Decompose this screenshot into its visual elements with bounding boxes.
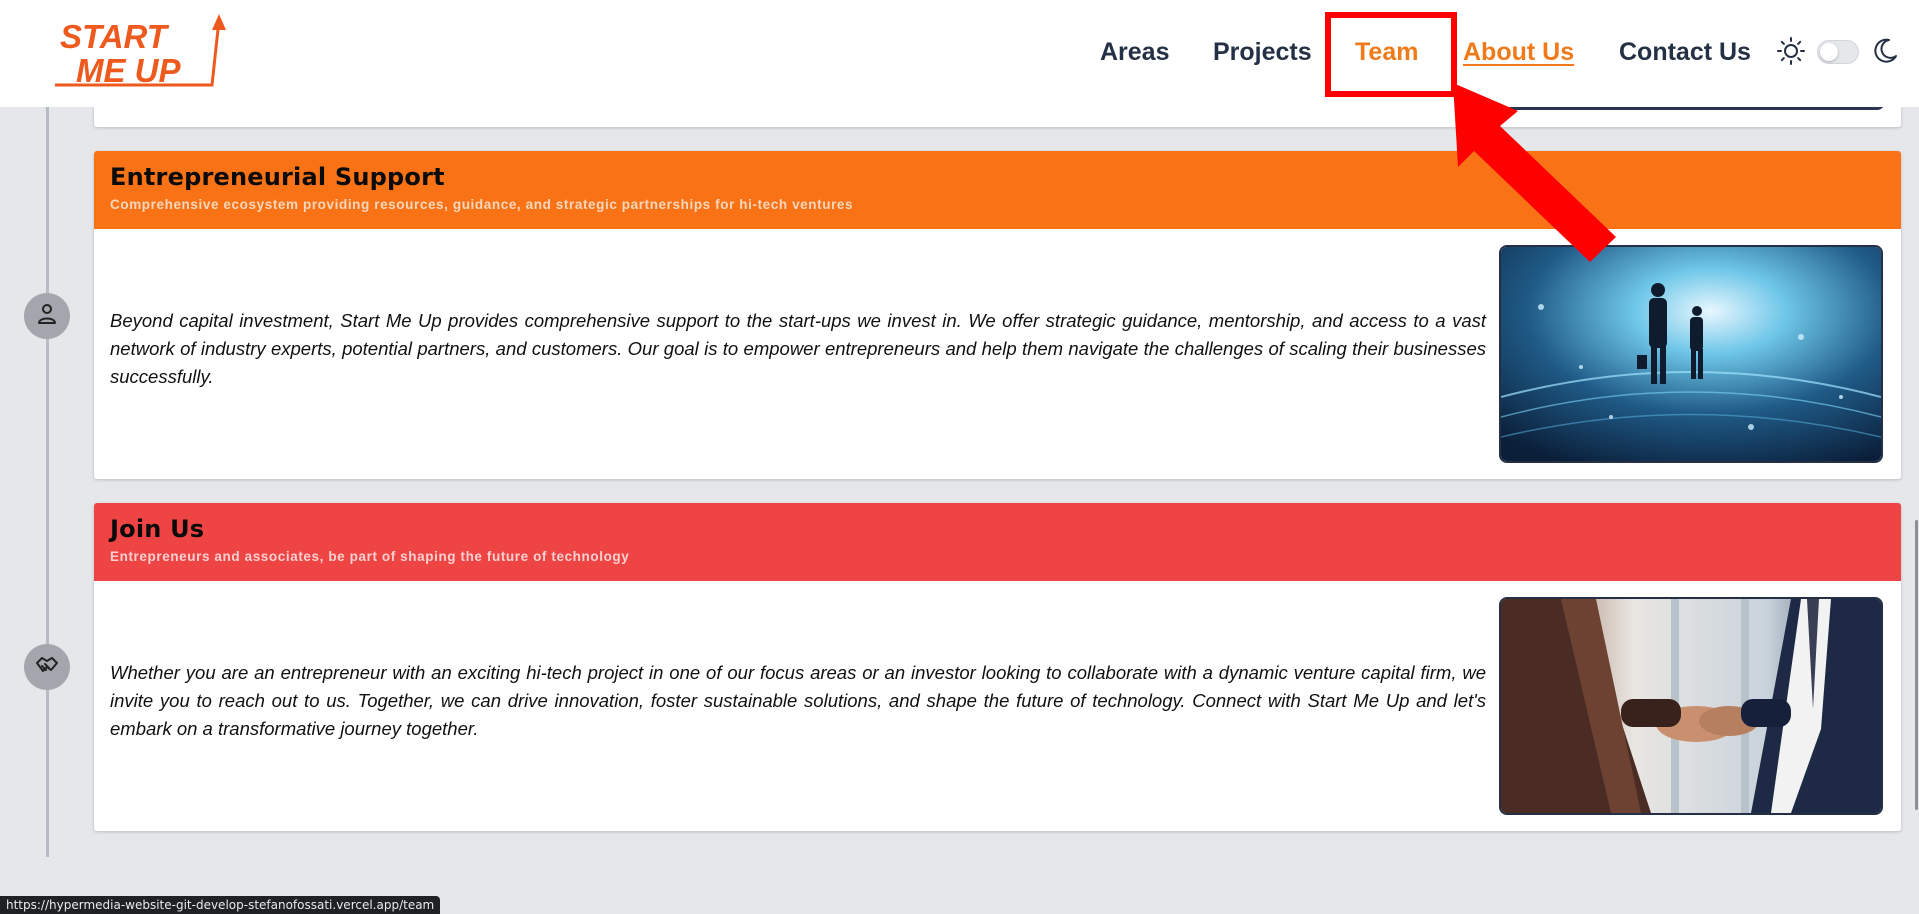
section-body: Whether you are an entrepreneur with an … (94, 581, 1901, 831)
nav-link-projects[interactable]: Projects (1213, 38, 1312, 67)
logo-line-2: ME UP (76, 52, 182, 89)
theme-toggle-knob (1820, 43, 1838, 61)
section-header: Entrepreneurial Support Comprehensive ec… (94, 151, 1901, 229)
sun-icon[interactable] (1776, 36, 1806, 66)
handshake-icon (34, 652, 60, 683)
timeline-line (46, 107, 49, 857)
annotation-highlight-box (1325, 12, 1457, 97)
nav-link-about-us[interactable]: About Us (1463, 38, 1574, 67)
navbar: START ME UP Areas Projects Team About Us… (0, 0, 1919, 107)
person-icon (35, 302, 59, 331)
logo-line-1: START (60, 18, 170, 55)
section-body: Beyond capital investment, Start Me Up p… (94, 229, 1901, 479)
section-card-join-us: Join Us Entrepreneurs and associates, be… (94, 503, 1901, 831)
theme-toggle[interactable] (1817, 40, 1859, 64)
section-subtitle: Entrepreneurs and associates, be part of… (110, 549, 630, 564)
status-bar-url: https://hypermedia-website-git-develop-s… (0, 896, 441, 914)
section-text: Whether you are an entrepreneur with an … (110, 662, 1486, 739)
moon-icon[interactable] (1870, 36, 1900, 66)
section-image-handshake (1499, 597, 1883, 815)
logo-graphic: START ME UP (55, 14, 226, 89)
section-text: Beyond capital investment, Start Me Up p… (110, 310, 1486, 387)
timeline-marker-support (24, 293, 70, 339)
section-image-business-tech (1499, 245, 1883, 463)
section-title: Join Us (110, 515, 205, 543)
timeline-marker-join (24, 644, 70, 690)
section-subtitle: Comprehensive ecosystem providing resour… (110, 197, 854, 212)
section-card-entrepreneurial-support: Entrepreneurial Support Comprehensive ec… (94, 151, 1901, 479)
page-scrollbar[interactable] (1915, 520, 1918, 810)
section-title: Entrepreneurial Support (110, 163, 445, 191)
nav-link-contact-us[interactable]: Contact Us (1619, 38, 1751, 67)
nav-link-areas[interactable]: Areas (1100, 38, 1170, 67)
start-me-up-logo[interactable]: START ME UP (52, 10, 232, 90)
section-header: Join Us Entrepreneurs and associates, be… (94, 503, 1901, 581)
